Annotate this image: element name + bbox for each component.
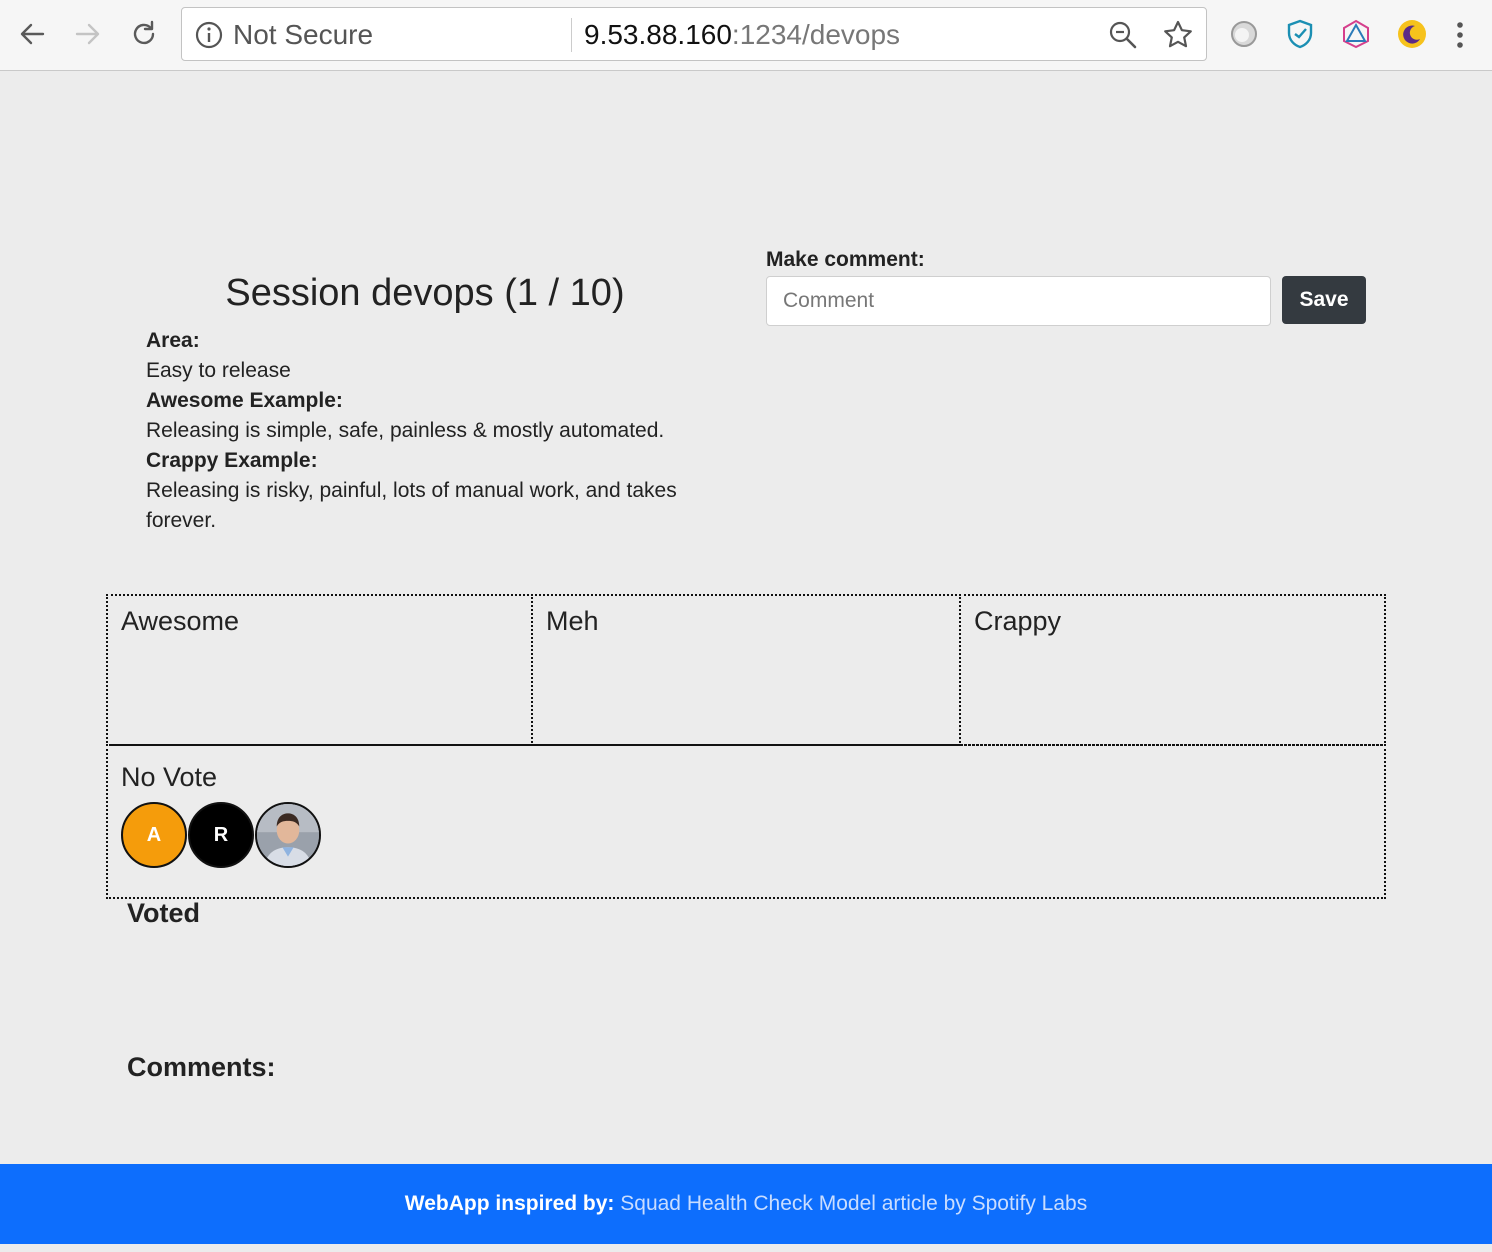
area-label: Area: (146, 329, 200, 352)
browser-menu-icon[interactable] (1448, 18, 1472, 52)
save-button[interactable]: Save (1282, 276, 1366, 324)
comments-section-title: Comments: (127, 1052, 276, 1082)
footer: WebApp inspired by: Squad Health Check M… (0, 1164, 1492, 1244)
vote-column-title: Crappy (974, 606, 1062, 636)
extension-moon-icon[interactable] (1394, 16, 1430, 52)
footer-prefix: WebApp inspired by: (404, 1192, 615, 1215)
avatar[interactable]: R (188, 802, 254, 868)
vote-column-title: Awesome (121, 606, 240, 636)
vote-column-title: No Vote (121, 762, 218, 792)
info-icon[interactable] (194, 20, 224, 50)
vote-column-awesome[interactable]: Awesome (106, 594, 533, 746)
vote-column-title: Meh (546, 606, 599, 636)
security-label: Not Secure (233, 19, 374, 50)
bookmark-star-icon[interactable] (1162, 19, 1194, 51)
area-value: Easy to release (146, 359, 291, 382)
session-title: Session devops (1 / 10) (225, 272, 625, 314)
awesome-example-value: Releasing is simple, safe, painless & mo… (146, 419, 665, 442)
address-separator (571, 18, 572, 52)
crappy-example-label: Crappy Example: (146, 449, 318, 472)
reload-icon[interactable] (124, 14, 164, 54)
avatar[interactable]: A (121, 802, 187, 868)
url-text[interactable]: 9.53.88.160:1234/devops (584, 18, 900, 52)
comment-label: Make comment: (766, 248, 925, 271)
vote-column-meh[interactable]: Meh (531, 594, 961, 746)
forward-arrow-icon[interactable] (68, 14, 108, 54)
url-host: 9.53.88.160 (584, 19, 732, 50)
person-photo-icon (257, 804, 319, 866)
awesome-example-label: Awesome Example: (146, 389, 343, 412)
address-bar[interactable]: Not Secure 9.53.88.160:1234/devops (181, 7, 1207, 61)
browser-toolbar: Not Secure 9.53.88.160:1234/devops (0, 0, 1492, 71)
area-info: Area: Easy to release Awesome Example: R… (146, 326, 686, 536)
crappy-example-value: Releasing is risky, painful, lots of man… (146, 479, 677, 532)
comment-input[interactable] (766, 276, 1271, 326)
extension-shield-icon[interactable] (1282, 16, 1318, 52)
no-vote-avatars: A R (121, 802, 322, 868)
vote-column-crappy[interactable]: Crappy (959, 594, 1386, 746)
extension-graph-icon[interactable] (1338, 16, 1374, 52)
avatar-photo[interactable] (255, 802, 321, 868)
vote-column-no-vote[interactable]: No Vote A R (106, 744, 1386, 899)
url-path: :1234/devops (731, 19, 901, 50)
footer-article-link[interactable]: Squad Health Check Model article by Spot… (620, 1192, 1087, 1215)
avatar-initial: A (146, 823, 162, 846)
avatar-initial: R (213, 823, 229, 846)
back-arrow-icon[interactable] (12, 14, 52, 54)
zoom-icon[interactable] (1108, 20, 1138, 50)
extension-circle-icon[interactable] (1226, 16, 1262, 52)
voted-section-title: Voted (127, 898, 200, 928)
